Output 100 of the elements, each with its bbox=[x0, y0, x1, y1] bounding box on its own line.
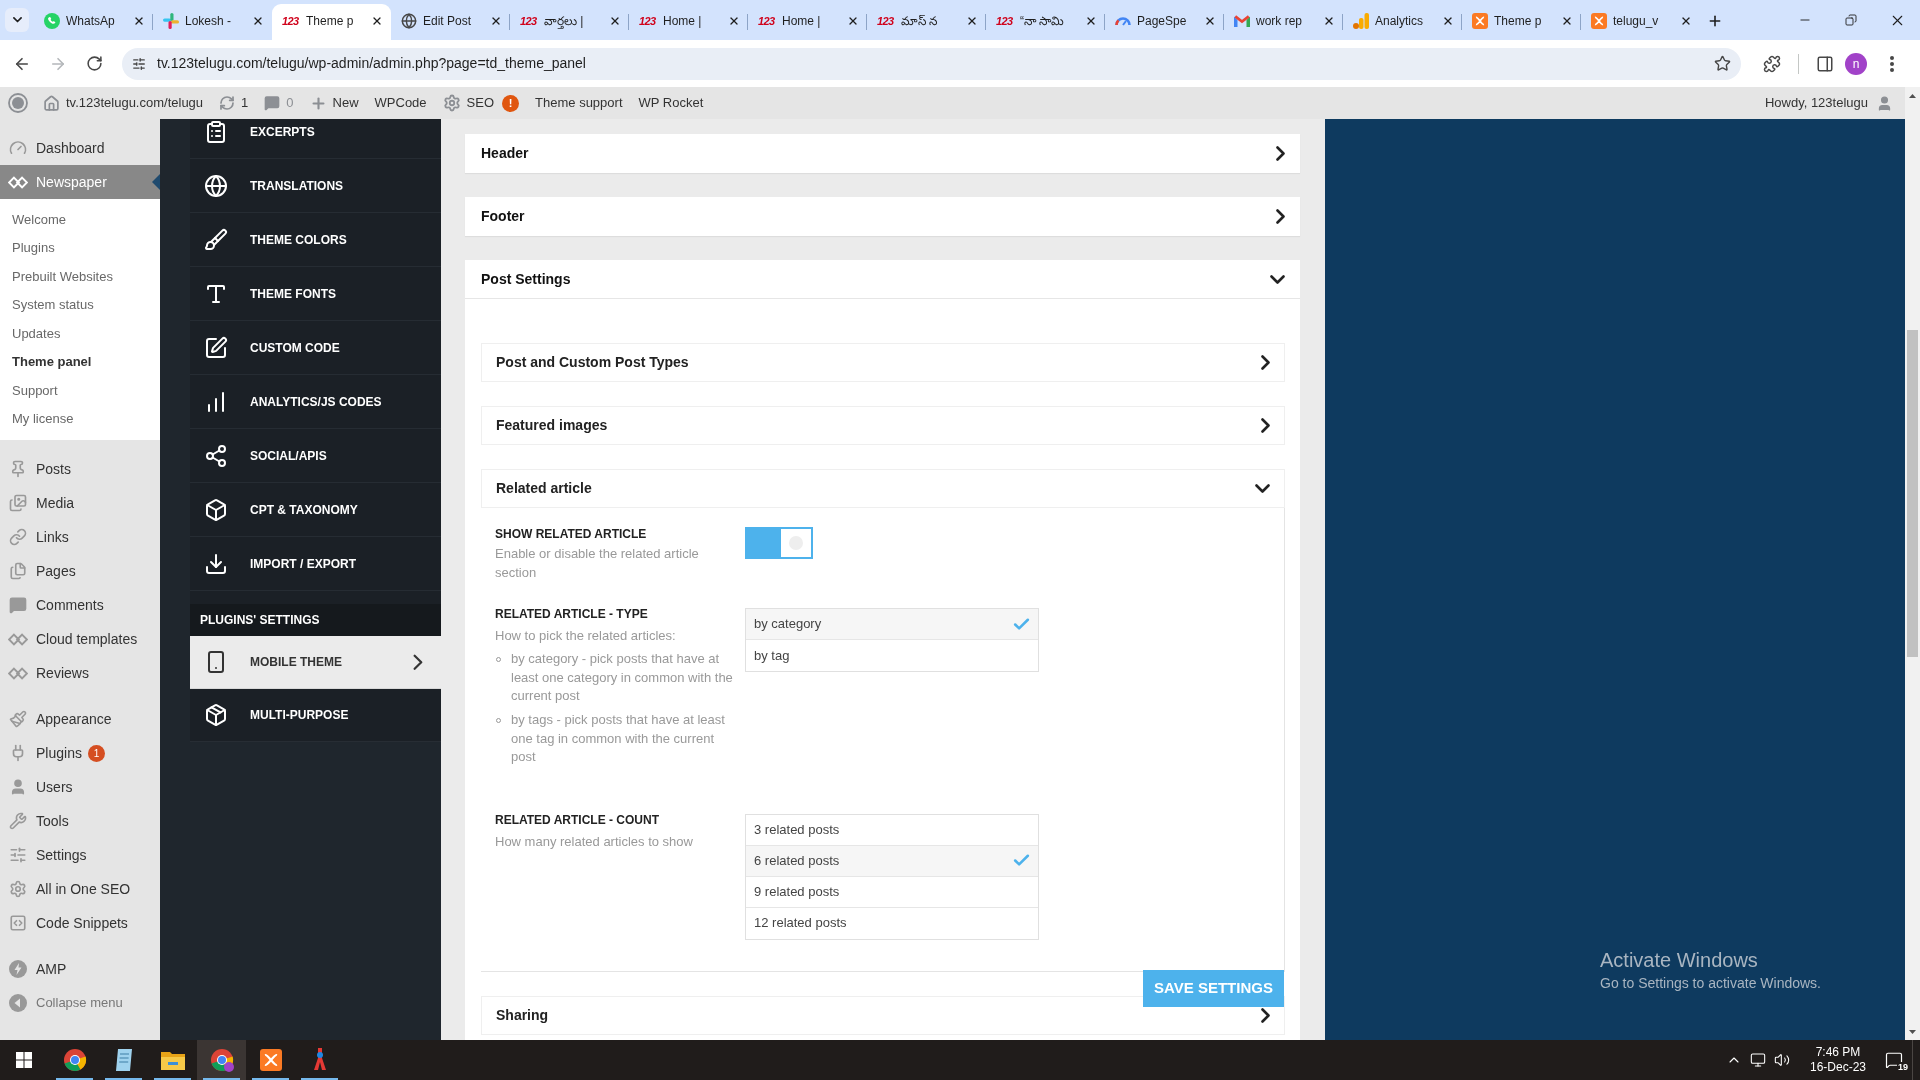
panel-menu-item[interactable]: TRANSLATIONS bbox=[190, 159, 441, 212]
admin-bar-link[interactable]: WPCode bbox=[366, 87, 435, 119]
browser-tab[interactable]: WhatsAp bbox=[34, 4, 153, 40]
menu-item[interactable]: Users bbox=[0, 770, 160, 804]
share-icon bbox=[204, 443, 228, 468]
browser-tab[interactable]: Lokesh - bbox=[153, 4, 272, 40]
panel-menu-item[interactable]: THEME COLORS bbox=[190, 213, 441, 266]
admin-bar-link[interactable]: 1 bbox=[211, 87, 257, 119]
admin-bar-link[interactable]: New bbox=[301, 87, 367, 119]
user-icon bbox=[9, 778, 27, 796]
submenu-item[interactable]: Welcome bbox=[0, 205, 160, 234]
browser-tab[interactable]: telugu_v bbox=[1581, 4, 1700, 40]
puzzle-icon bbox=[1763, 54, 1781, 73]
panel-menu-item[interactable]: SOCIAL/APIS bbox=[190, 429, 441, 482]
submenu-item[interactable]: My license bbox=[0, 404, 160, 433]
menu-item[interactable]: Newspaper bbox=[0, 165, 160, 199]
subsection-header[interactable]: Featured images bbox=[481, 406, 1285, 445]
chevron-right-icon bbox=[1276, 209, 1285, 224]
panel-menu-item[interactable]: CUSTOM CODE bbox=[190, 321, 441, 374]
collapse-menu-button[interactable]: Collapse menu bbox=[0, 986, 160, 1020]
browser-tab[interactable]: 123 వార్తలు | bbox=[510, 4, 629, 40]
panel-menu-item[interactable]: THEME FONTS bbox=[190, 267, 441, 320]
option-item[interactable]: 6 related posts bbox=[746, 845, 1038, 877]
close-icon bbox=[1204, 15, 1216, 27]
url-text: tv.123telugu.com/telugu/wp-admin/admin.php?page=td_theme_panel bbox=[157, 54, 587, 73]
browser-tab[interactable]: 123 Theme p bbox=[272, 4, 391, 40]
restore-icon bbox=[1845, 14, 1857, 26]
app-logo-icon bbox=[1472, 13, 1488, 29]
browser-tab[interactable]: 123 “నా సామి bbox=[986, 4, 1105, 40]
menu-item[interactable]: Media bbox=[0, 486, 160, 520]
scrollbar[interactable] bbox=[1905, 87, 1920, 1040]
menu-item[interactable]: Posts bbox=[0, 452, 160, 486]
menu-item[interactable]: Comments bbox=[0, 588, 160, 622]
browser-tab[interactable]: Theme p bbox=[1462, 4, 1581, 40]
submenu-item[interactable]: Updates bbox=[0, 319, 160, 348]
code-icon bbox=[9, 914, 27, 932]
menu-item[interactable]: AMP bbox=[0, 952, 160, 986]
panel-menu-item[interactable]: EXCERPTS bbox=[190, 119, 441, 158]
setting-description: How many related articles to show bbox=[495, 832, 694, 851]
setting-label: RELATED ARTICLE - TYPE bbox=[495, 606, 649, 622]
subsection-header[interactable]: Sharing bbox=[481, 995, 1285, 1035]
panel-menu-item[interactable]: MOBILE THEME bbox=[190, 636, 441, 689]
close-icon bbox=[252, 15, 264, 27]
submenu-item[interactable]: Theme panel bbox=[0, 347, 160, 376]
address-bar[interactable]: tv.123telugu.com/telugu/wp-admin/admin.php?page=td_theme_panel bbox=[122, 47, 1741, 80]
menu-item[interactable]: Settings bbox=[0, 838, 160, 872]
submenu-item[interactable]: Plugins bbox=[0, 233, 160, 262]
panel-menu-item[interactable]: CPT & TAXONOMY bbox=[190, 483, 441, 536]
submenu-item[interactable]: Support bbox=[0, 376, 160, 405]
globe-icon bbox=[204, 173, 228, 198]
subsection-header[interactable]: Post and Custom Post Types bbox=[481, 343, 1285, 382]
activation-message: Go to Settings to activate Windows. bbox=[1600, 974, 1821, 993]
notification-button[interactable]: 19 bbox=[1876, 1040, 1912, 1080]
close-icon bbox=[966, 15, 978, 27]
diamond-icon bbox=[8, 632, 28, 646]
menu-item[interactable]: Appearance bbox=[0, 702, 160, 736]
menu-item[interactable]: Tools bbox=[0, 804, 160, 838]
browser-tab[interactable]: Analytics bbox=[1343, 4, 1462, 40]
tab-search-button[interactable] bbox=[5, 8, 29, 32]
browser-tab[interactable]: 123 Home | bbox=[748, 4, 867, 40]
menu-item[interactable]: Dashboard bbox=[0, 131, 160, 165]
menu-item[interactable]: Links bbox=[0, 520, 160, 554]
note-text: by tags - pick posts that have at least one tag in common with the current post bbox=[511, 711, 726, 766]
browser-tab[interactable]: work rep bbox=[1224, 4, 1343, 40]
admin-bar-link[interactable]: SEO ! bbox=[434, 87, 528, 119]
toggle-switch[interactable] bbox=[745, 527, 813, 559]
browser-tab[interactable]: PageSpe bbox=[1105, 4, 1224, 40]
admin-bar-link[interactable]: Theme support bbox=[527, 87, 631, 119]
taskbar-app-button[interactable] bbox=[197, 1040, 246, 1080]
speech-bubble-icon bbox=[264, 95, 281, 111]
start-logo-icon bbox=[16, 1052, 32, 1068]
diamond-icon bbox=[8, 175, 28, 189]
update-count-badge: 1 bbox=[87, 744, 105, 762]
section-header[interactable]: Header bbox=[465, 134, 1300, 173]
panel-menu-item[interactable]: IMPORT / EXPORT bbox=[190, 537, 441, 590]
submenu-item[interactable]: Prebuilt Websites bbox=[0, 262, 160, 291]
chevron-down-icon bbox=[1255, 484, 1270, 493]
menu-item[interactable]: Cloud templates bbox=[0, 622, 160, 656]
panel-menu-item[interactable]: ANALYTICS/JS CODES bbox=[190, 375, 441, 428]
favicon-label: 123 bbox=[877, 15, 895, 27]
scrollbar-thumb[interactable] bbox=[1907, 330, 1918, 657]
profile-avatar[interactable]: n bbox=[1845, 52, 1867, 75]
section-header[interactable]: Footer bbox=[465, 197, 1300, 236]
browser-tab[interactable]: 123 మాస్ న bbox=[867, 4, 986, 40]
account-link[interactable]: Howdy, 123telugu bbox=[1764, 93, 1893, 113]
paintbrush-icon bbox=[9, 710, 27, 728]
submenu-item[interactable]: System status bbox=[0, 290, 160, 319]
menu-item[interactable]: All in One SEO bbox=[0, 872, 160, 906]
menu-item[interactable]: Code Snippets bbox=[0, 906, 160, 940]
subsection-header[interactable]: Related article bbox=[481, 469, 1285, 508]
admin-bar-link[interactable]: tv.123telugu.com/telugu bbox=[35, 87, 212, 119]
browser-tab[interactable]: Edit Post bbox=[391, 4, 510, 40]
menu-item[interactable]: Reviews bbox=[0, 656, 160, 690]
menu-item[interactable]: Plugins 1 bbox=[0, 736, 160, 770]
option-item[interactable]: by category bbox=[746, 609, 1038, 640]
chat-icon bbox=[44, 13, 60, 29]
browser-tab[interactable]: 123 Home | bbox=[629, 4, 748, 40]
menu-item[interactable]: Pages bbox=[0, 554, 160, 588]
admin-bar-link[interactable]: WP Rocket bbox=[630, 87, 712, 119]
chevron-right-icon bbox=[1261, 1007, 1270, 1023]
